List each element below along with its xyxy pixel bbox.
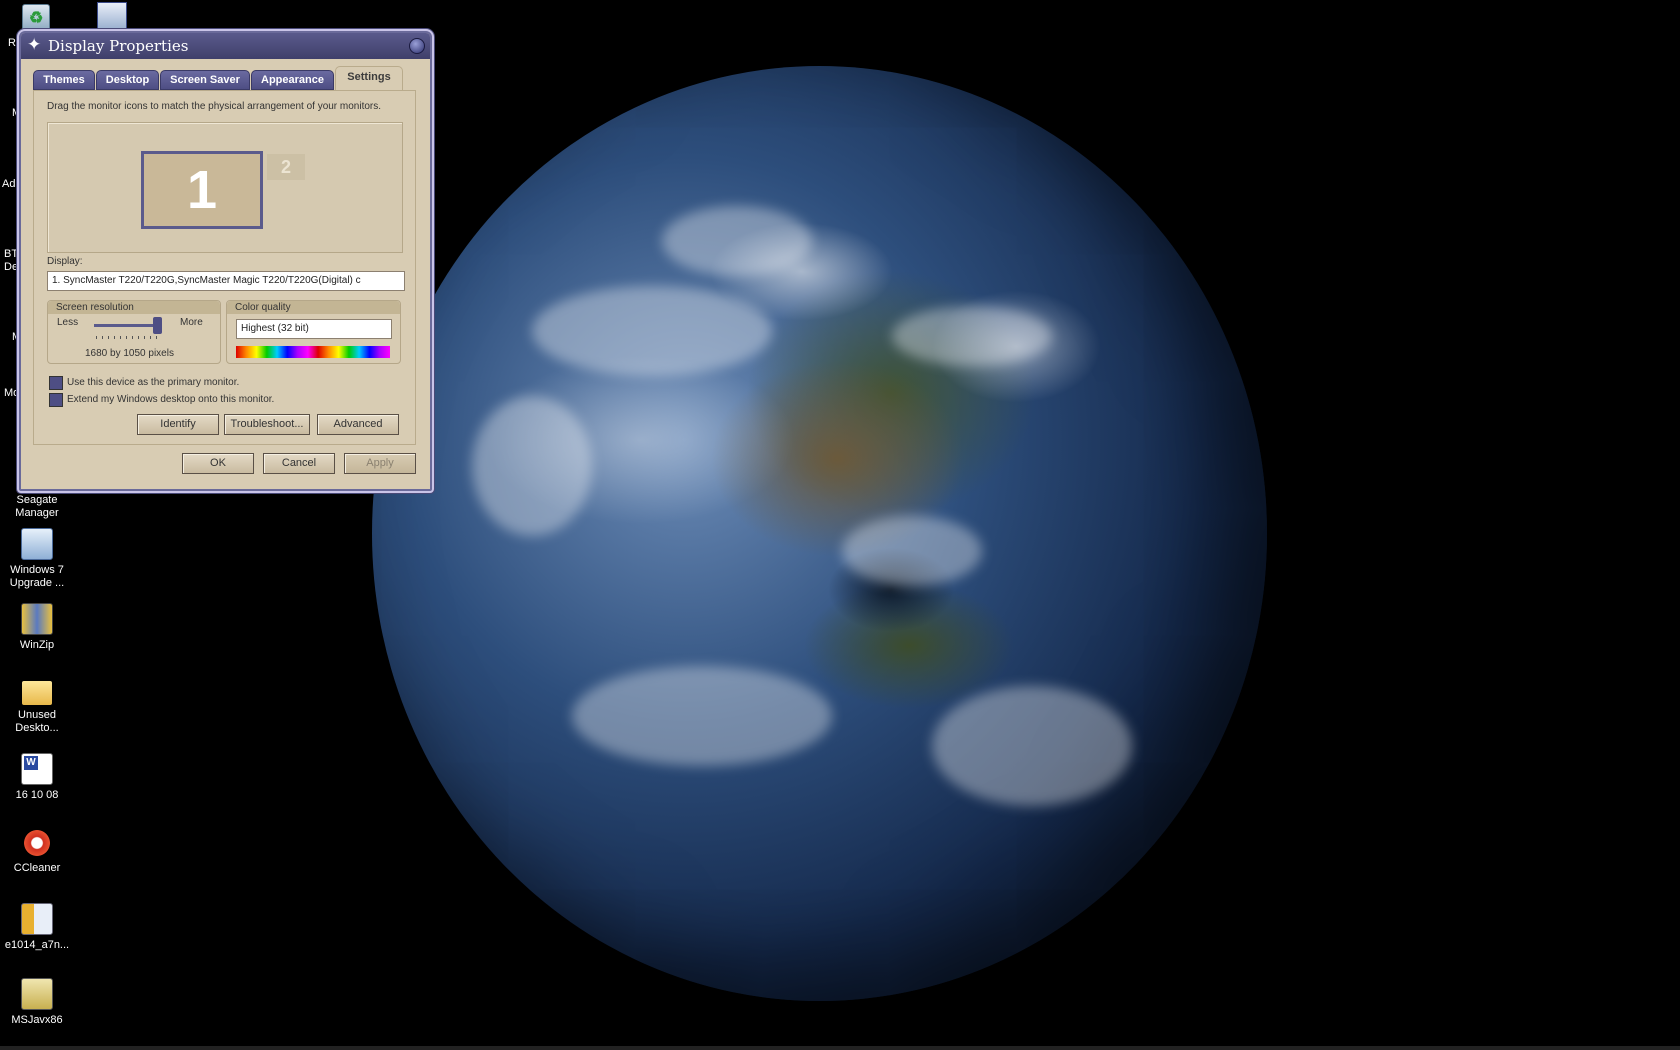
icon-label: WinZip	[19, 639, 55, 651]
apply-button[interactable]: Apply	[344, 453, 416, 474]
icon-label: CCleaner	[13, 862, 61, 874]
desktop-label-partial: BT	[4, 248, 19, 260]
cancel-button[interactable]: Cancel	[263, 453, 335, 474]
identify-button[interactable]: Identify	[137, 414, 219, 435]
earth-wallpaper	[372, 66, 1267, 1001]
desktop-label-partial: Ad	[2, 178, 16, 190]
desktop-label-partial: Mo	[4, 387, 20, 399]
display-properties-dialog: ✦ Display Properties Themes Desktop Scre…	[19, 31, 432, 491]
settings-panel: Drag the monitor icons to match the phys…	[33, 90, 416, 445]
window-shortcut-icon[interactable]	[97, 2, 127, 30]
winzip-icon	[21, 603, 53, 635]
monitor-2[interactable]: 2	[267, 154, 305, 180]
color-spectrum-bar	[236, 346, 390, 358]
monitor-1[interactable]: 1	[141, 151, 263, 229]
installer-package-icon	[21, 978, 53, 1010]
tab-appearance[interactable]: Appearance	[251, 70, 334, 90]
desktop-label-partial: De	[4, 261, 19, 273]
word-document-icon: W	[21, 753, 53, 785]
screen-resolution-group: Screen resolution Less More 1680 by 1050…	[47, 300, 221, 364]
title-bar[interactable]: ✦ Display Properties	[21, 33, 430, 59]
icon-label: Manager	[15, 507, 59, 519]
advanced-button[interactable]: Advanced	[317, 414, 399, 435]
color-quality-group: Color quality Highest (32 bit)	[226, 300, 401, 364]
app-icon: ✦	[27, 35, 42, 54]
troubleshoot-button[interactable]: Troubleshoot...	[224, 414, 310, 435]
icon-label: Upgrade ...	[9, 577, 65, 589]
extend-desktop-label: Extend my Windows desktop onto this moni…	[67, 394, 275, 405]
icon-label: 16 10 08	[15, 789, 59, 801]
icon-label: Seagate	[16, 494, 58, 506]
desktop-icon-winzip[interactable]: WinZip	[0, 603, 77, 652]
group-title: Screen resolution	[48, 301, 220, 314]
display-label: Display:	[47, 256, 83, 267]
icon-label: e1014_a7n...	[4, 939, 70, 951]
monitor-arrangement-area[interactable]: 1 2	[47, 122, 403, 253]
zip-archive-icon	[21, 903, 53, 935]
instruction-text: Drag the monitor icons to match the phys…	[47, 101, 382, 112]
resolution-value: 1680 by 1050 pixels	[85, 348, 174, 359]
primary-monitor-label: Use this device as the primary monitor.	[67, 377, 240, 388]
close-icon[interactable]	[409, 38, 425, 54]
taskbar-edge	[0, 1046, 1680, 1050]
desktop-icon-unused-desktop[interactable]: Unused Deskto...	[0, 678, 77, 735]
tab-desktop[interactable]: Desktop	[96, 70, 159, 90]
installer-icon	[21, 528, 53, 560]
desktop-icon-ccleaner[interactable]: CCleaner	[0, 828, 77, 875]
recycle-bin-icon[interactable]: ♻	[22, 4, 50, 32]
group-title: Color quality	[227, 301, 400, 314]
tab-settings[interactable]: Settings	[335, 66, 403, 90]
more-label: More	[180, 317, 203, 328]
primary-monitor-checkbox[interactable]	[49, 376, 63, 390]
ccleaner-icon	[22, 828, 52, 858]
desktop-icon-msjavx86[interactable]: MSJavx86	[0, 978, 77, 1027]
display-select[interactable]: 1. SyncMaster T220/T220G,SyncMaster Magi…	[47, 271, 405, 291]
less-label: Less	[57, 317, 79, 328]
desktop-label-partial: R	[8, 37, 16, 49]
desktop-icon-seagate-manager[interactable]: Seagate Manager	[0, 494, 77, 520]
dialog-title: Display Properties	[48, 37, 189, 55]
desktop-icon-e1014[interactable]: e1014_a7n...	[0, 903, 77, 952]
color-quality-select[interactable]: Highest (32 bit)	[236, 319, 392, 339]
icon-label: Unused	[18, 709, 56, 721]
extend-desktop-checkbox[interactable]	[49, 393, 63, 407]
icon-label: MSJavx86	[11, 1014, 63, 1026]
resolution-slider-track[interactable]	[94, 324, 157, 327]
icon-label: Deskto...	[15, 722, 59, 734]
desktop-icon-windows7-upgrade[interactable]: Windows 7 Upgrade ...	[0, 528, 77, 590]
folder-icon	[22, 681, 52, 705]
resolution-slider-thumb[interactable]	[153, 317, 162, 334]
slider-ticks	[96, 336, 158, 339]
tab-themes[interactable]: Themes	[33, 70, 95, 90]
icon-label: Windows 7	[10, 564, 64, 576]
desktop-icon-document[interactable]: W 16 10 08	[0, 753, 77, 802]
tab-screen-saver[interactable]: Screen Saver	[160, 70, 250, 90]
ok-button[interactable]: OK	[182, 453, 254, 474]
